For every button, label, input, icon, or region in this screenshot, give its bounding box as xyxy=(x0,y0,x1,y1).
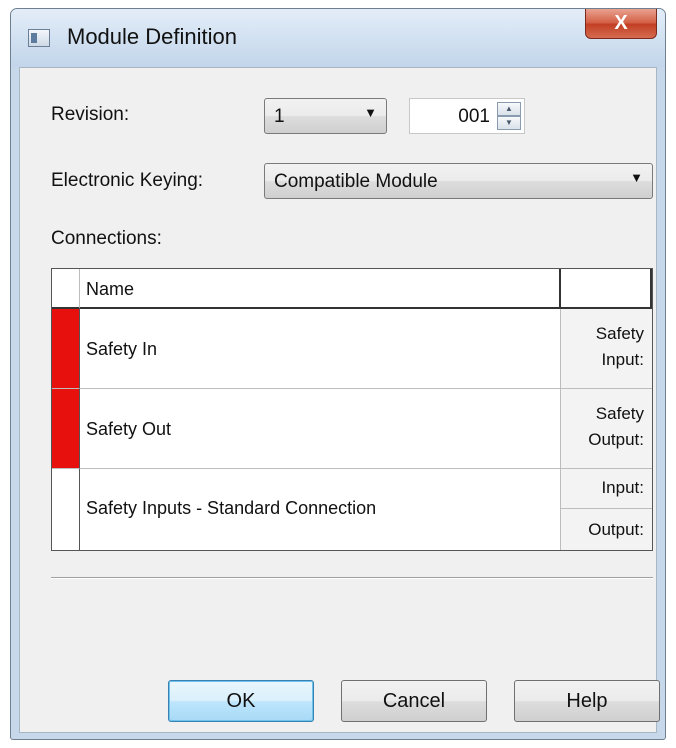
connections-label: Connections: xyxy=(51,228,162,249)
revision-minor-value: 001 xyxy=(458,106,490,127)
row-status-indicator xyxy=(52,309,80,389)
table-row[interactable]: Safety In xyxy=(80,309,561,389)
separator-line xyxy=(51,577,653,579)
connection-type-line: Output: xyxy=(588,430,644,449)
column-header-type[interactable] xyxy=(561,269,652,309)
ok-button[interactable]: OK xyxy=(168,680,314,722)
connection-type-line: Safety xyxy=(595,324,644,343)
column-header-name-label: Name xyxy=(86,279,135,299)
module-definition-dialog: Module Definition X Revision: 1 ▼ 001 ▲ … xyxy=(10,8,666,740)
connection-type-line: Input: xyxy=(601,350,644,369)
connection-name: Safety In xyxy=(86,339,158,359)
table-row[interactable]: Safety Inputs - Standard Connection xyxy=(80,469,561,550)
chevron-down-icon: ▼ xyxy=(630,170,643,185)
window-title: Module Definition xyxy=(67,24,237,49)
connection-type-line: Safety xyxy=(595,404,644,423)
row-status-indicator xyxy=(52,389,80,469)
close-button[interactable]: X xyxy=(585,9,657,39)
table-row[interactable]: Safety Out xyxy=(80,389,561,469)
column-header-name[interactable]: Name xyxy=(80,269,561,309)
module-window-icon xyxy=(28,29,50,47)
electronic-keying-label: Electronic Keying: xyxy=(51,170,204,191)
spin-down-icon[interactable]: ▼ xyxy=(497,116,521,130)
revision-major-value: 1 xyxy=(274,106,285,127)
spin-up-icon[interactable]: ▲ xyxy=(497,102,521,116)
connection-name: Safety Out xyxy=(86,419,172,439)
revision-minor-spinner[interactable]: 001 ▲ ▼ xyxy=(409,98,525,134)
connection-type-cell[interactable]: Safety Input: xyxy=(561,309,652,389)
connections-grid: Name Safety In Safety Input: Safety Out … xyxy=(51,268,653,551)
help-button[interactable]: Help xyxy=(514,680,660,722)
connection-name: Safety Inputs - Standard Connection xyxy=(86,498,377,518)
electronic-keying-dropdown[interactable]: Compatible Module ▼ xyxy=(264,163,653,199)
dialog-body: Revision: 1 ▼ 001 ▲ ▼ Electronic Keying:… xyxy=(19,67,660,733)
chevron-down-icon: ▼ xyxy=(364,105,377,120)
connection-type-cell[interactable]: Output: xyxy=(561,509,652,550)
revision-major-dropdown[interactable]: 1 ▼ xyxy=(264,98,387,134)
title-bar[interactable]: Module Definition X xyxy=(11,9,665,67)
connection-type-line: Input: xyxy=(601,478,644,497)
header-indicator-cell xyxy=(52,269,80,309)
electronic-keying-value: Compatible Module xyxy=(274,171,438,192)
row-status-indicator xyxy=(52,469,80,550)
connection-type-cell[interactable]: Input: xyxy=(561,469,652,509)
connection-type-cell[interactable]: Safety Output: xyxy=(561,389,652,469)
revision-label: Revision: xyxy=(51,104,130,125)
connection-type-line: Output: xyxy=(588,520,644,539)
cancel-button[interactable]: Cancel xyxy=(341,680,487,722)
spinner-buttons: ▲ ▼ xyxy=(497,102,521,130)
